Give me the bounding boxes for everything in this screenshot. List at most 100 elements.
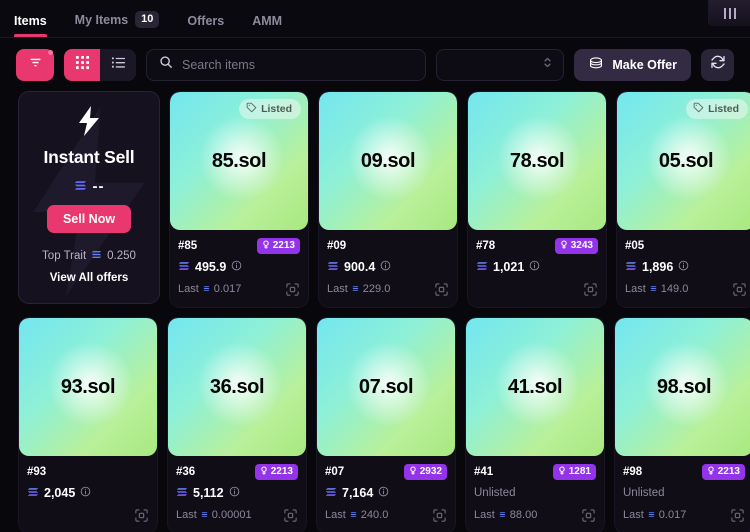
lightning-bolt-icon (77, 106, 101, 141)
list-view-button[interactable] (100, 48, 136, 81)
nft-price: 7,164 (342, 486, 374, 500)
nft-image[interactable]: 78.sol (468, 92, 606, 230)
scan-button[interactable] (432, 508, 447, 523)
nft-image[interactable]: 98.sol (615, 318, 750, 456)
nft-card[interactable]: 41.sol #41 1281 Unlisted Last 88.00 (465, 317, 605, 532)
scan-button[interactable] (730, 508, 745, 523)
sol-icon (176, 484, 188, 502)
nft-card[interactable]: 09.sol #09 900.4 Last 229.0 (318, 91, 458, 308)
nft-card-body: #07 2932 7,164 Last 240.0 (317, 456, 455, 532)
info-icon[interactable] (80, 484, 91, 502)
last-sale: Last 0.017 (178, 283, 241, 295)
nft-card[interactable]: 93.sol #93 2,045 (18, 317, 158, 532)
rank-badge: 2213 (256, 237, 300, 254)
chevron-up-down-icon (542, 56, 553, 74)
nft-price: 495.9 (195, 260, 227, 274)
nft-price-row: 495.9 (178, 257, 300, 277)
nft-card-body: #98 2213 Unlisted Last 0.017 (615, 456, 750, 532)
last-value: 0.017 (213, 283, 242, 295)
coins-icon (588, 56, 604, 73)
listed-badge: Listed (686, 99, 748, 119)
sol-icon (74, 178, 87, 195)
top-trait-row: Top Trait 0.250 (42, 250, 136, 262)
refresh-button[interactable] (701, 48, 734, 81)
scan-button[interactable] (283, 508, 298, 523)
nft-id: #85 (178, 239, 198, 252)
nft-image[interactable]: 09.sol (319, 92, 457, 230)
info-icon[interactable] (378, 484, 389, 502)
rank-value: 2932 (419, 466, 442, 477)
grid-view-button[interactable] (64, 48, 100, 81)
scan-button[interactable] (732, 282, 747, 297)
nft-price: 2,045 (44, 486, 76, 500)
rarity-icon (260, 466, 268, 478)
nft-card[interactable]: 85.sol Listed #85 2213 495.9 Last 0.017 (169, 91, 309, 308)
nft-id: #36 (176, 465, 196, 478)
nft-name: 85.sol (211, 149, 267, 172)
nft-image[interactable]: 93.sol (19, 318, 157, 456)
nft-last-row: Last 0.017 (623, 505, 745, 525)
sell-now-button[interactable]: Sell Now (46, 205, 132, 233)
scan-button[interactable] (134, 508, 149, 523)
scan-button[interactable] (581, 508, 596, 523)
last-value: 0.00001 (211, 509, 252, 521)
panel-bar-icon (728, 7, 731, 19)
nft-name: 09.sol (360, 149, 416, 172)
nft-card[interactable]: 05.sol Listed #05 1,896 Last 149.0 (616, 91, 750, 308)
info-icon[interactable] (529, 258, 540, 276)
scan-button[interactable] (583, 282, 598, 297)
rank-badge: 2213 (701, 463, 745, 480)
nft-card-body: #78 3243 1,021 (468, 230, 606, 307)
nft-card[interactable]: 07.sol #07 2932 7,164 Last 240.0 (316, 317, 456, 532)
last-sale: Last 149.0 (625, 283, 688, 295)
make-offer-button[interactable]: Make Offer (574, 48, 691, 81)
rank-value: 2213 (270, 466, 293, 477)
sort-select[interactable] (436, 48, 565, 81)
tab-items[interactable]: Items (0, 14, 61, 37)
instant-sell-title: Instant Sell (43, 147, 135, 167)
sol-icon (350, 509, 357, 521)
listed-badge: Listed (239, 99, 301, 119)
nft-image[interactable]: 07.sol (317, 318, 455, 456)
rank-value: 2213 (717, 466, 740, 477)
tab-amm[interactable]: AMM (238, 14, 296, 37)
nft-id-row: #07 2932 (325, 463, 447, 480)
nft-card[interactable]: 36.sol #36 2213 5,112 Last 0.00001 (167, 317, 307, 532)
scan-button[interactable] (434, 282, 449, 297)
tab-my-items[interactable]: My Items 10 (61, 11, 174, 37)
grid-view-icon (75, 55, 90, 75)
instant-sell-card[interactable]: Instant Sell -- Sell Now Top Trait 0.250… (18, 91, 160, 304)
nft-id: #05 (625, 239, 645, 252)
nft-id: #93 (27, 465, 47, 478)
search-input[interactable] (182, 57, 414, 72)
nft-image[interactable]: 85.sol Listed (170, 92, 308, 230)
info-icon[interactable] (229, 484, 240, 502)
tab-offers[interactable]: Offers (173, 14, 238, 37)
top-trait-value: 0.250 (107, 250, 136, 262)
nft-image[interactable]: 05.sol Listed (617, 92, 750, 230)
scan-button[interactable] (285, 282, 300, 297)
sol-icon (203, 283, 210, 295)
info-icon[interactable] (231, 258, 242, 276)
top-right-panel[interactable] (708, 0, 750, 26)
nft-card[interactable]: 78.sol #78 3243 1,021 (467, 91, 607, 308)
nft-image[interactable]: 41.sol (466, 318, 604, 456)
app-root: Items My Items 10 Offers AMM Search item… (0, 0, 750, 532)
nft-name: 41.sol (507, 375, 563, 398)
nft-image[interactable]: 36.sol (168, 318, 306, 456)
nft-price-row: 1,896 (625, 257, 747, 277)
nft-id-row: #78 3243 (476, 237, 598, 254)
nft-last-row (27, 505, 149, 525)
rank-value: 2213 (272, 240, 295, 251)
nft-price-row: 5,112 (176, 483, 298, 503)
view-all-offers-link[interactable]: View All offers (50, 272, 129, 284)
filter-button[interactable] (16, 48, 54, 81)
nft-card-body: #09 900.4 Last 229.0 (319, 230, 457, 307)
search-box[interactable] (146, 48, 427, 81)
info-icon[interactable] (678, 258, 689, 276)
rank-badge: 2213 (254, 463, 298, 480)
nft-card[interactable]: 98.sol #98 2213 Unlisted Last 0.017 (614, 317, 750, 532)
nft-name: 36.sol (209, 375, 265, 398)
info-icon[interactable] (380, 258, 391, 276)
last-label: Last (325, 509, 346, 521)
